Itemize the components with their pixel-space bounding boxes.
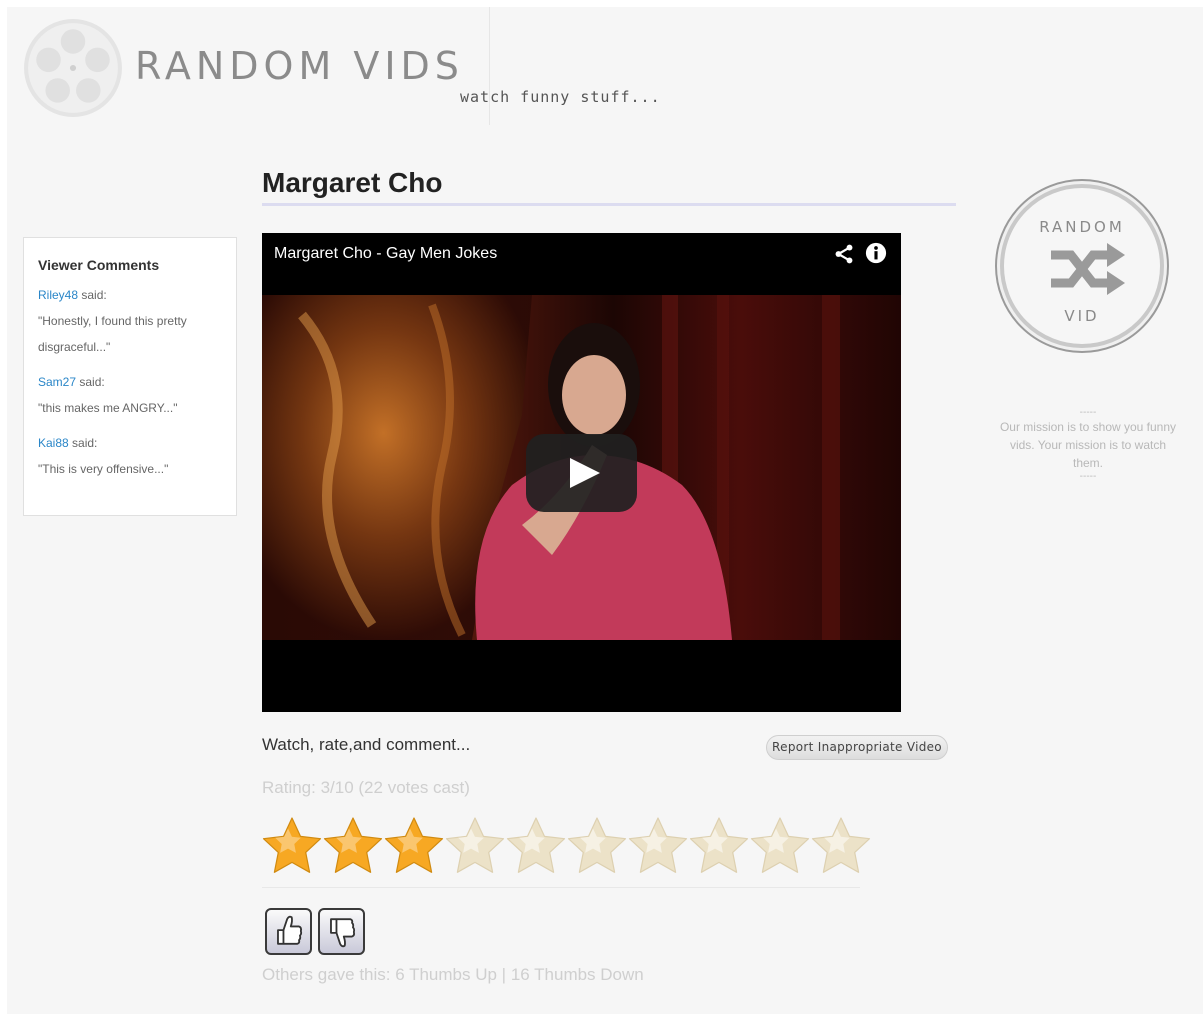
info-icon[interactable] <box>865 242 887 264</box>
mission-dash-bottom: ----- <box>1079 471 1097 482</box>
comment-item: Sam27 said: "this makes me ANGRY..." <box>38 369 222 421</box>
comment-item: Riley48 said: "Honestly, I found this pr… <box>38 282 222 360</box>
comments-heading: Viewer Comments <box>38 257 160 273</box>
report-inappropriate-button[interactable]: Report Inappropriate Video <box>766 735 948 760</box>
comment-text: "This is very offensive..." <box>38 462 169 476</box>
thumbs-up-button[interactable] <box>265 908 312 955</box>
comment-said-label: said: <box>81 288 107 302</box>
site-tagline: watch funny stuff... <box>460 88 661 106</box>
watch-rate-comment-label: Watch, rate,and comment... <box>262 735 471 754</box>
random-vid-button[interactable]: RANDOM VID <box>993 177 1171 355</box>
badge-bottom-text: VID <box>1064 307 1099 325</box>
mission-text: Our mission is to show you funny vids. Y… <box>999 420 1177 470</box>
header-divider <box>489 7 490 125</box>
play-button[interactable] <box>526 434 637 512</box>
site-logo-title[interactable]: RANDOM VIDS <box>135 47 464 85</box>
comment-user-link[interactable]: Riley48 <box>38 288 78 302</box>
rating-divider <box>262 887 860 888</box>
comment-said-label: said: <box>72 436 98 450</box>
thumbs-down-icon <box>330 918 356 948</box>
rating-summary: Rating: 3/10 (22 votes cast) <box>262 778 470 797</box>
badge-top-text: RANDOM <box>1039 218 1125 236</box>
thumbs-down-button[interactable] <box>318 908 365 955</box>
video-top-bar: Margaret Cho - Gay Men Jokes <box>262 233 901 295</box>
comment-said-label: said: <box>79 375 105 389</box>
video-player[interactable]: Margaret Cho - Gay Men Jokes <box>262 233 901 712</box>
mission-statement: ----- Our mission is to show you funny v… <box>997 408 1179 482</box>
star-rating[interactable] <box>262 812 882 882</box>
title-divider <box>262 203 956 206</box>
page-title: Margaret Cho <box>262 167 443 198</box>
thumbs-summary: Others gave this: 6 Thumbs Up | 16 Thumb… <box>262 965 644 984</box>
comment-user-link[interactable]: Sam27 <box>38 375 76 389</box>
video-player-title[interactable]: Margaret Cho - Gay Men Jokes <box>274 245 497 263</box>
comment-user-link[interactable]: Kai88 <box>38 436 69 450</box>
mission-dash-top: ----- <box>1079 407 1097 418</box>
comment-item: Kai88 said: "This is very offensive..." <box>38 430 222 482</box>
thumbs-up-icon <box>277 915 303 945</box>
share-icon[interactable] <box>833 243 855 265</box>
viewer-comments-panel: Viewer Comments Riley48 said: "Honestly,… <box>23 237 237 516</box>
page: RANDOM VIDS watch funny stuff... Margare… <box>7 7 1203 1014</box>
comment-text: "Honestly, I found this pretty disgracef… <box>38 314 187 354</box>
comment-text: "this makes me ANGRY..." <box>38 401 178 415</box>
film-reel-icon <box>24 19 122 117</box>
